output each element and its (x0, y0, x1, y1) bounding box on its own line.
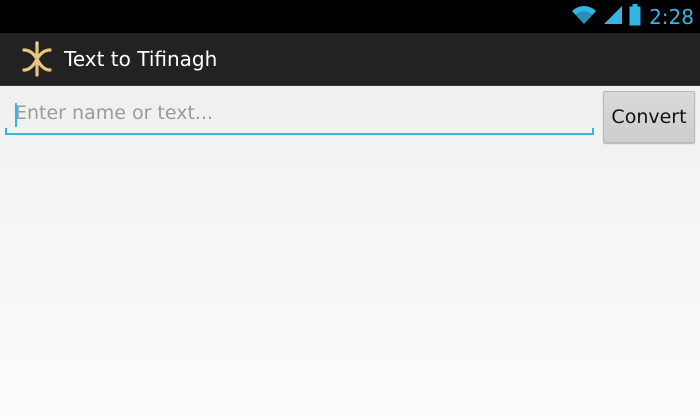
tifinagh-yaz-icon[interactable] (20, 40, 54, 78)
signal-icon (603, 5, 623, 29)
text-cursor (15, 103, 17, 127)
input-underline-left-tick (5, 128, 7, 135)
wifi-icon (571, 5, 597, 29)
status-bar: 2:28 (0, 0, 700, 33)
text-input-container[interactable] (5, 93, 594, 135)
action-bar: Text to Tifinagh (0, 33, 700, 86)
app-screen: 2:28 Text to Tifinagh Convert (0, 0, 700, 420)
app-title: Text to Tifinagh (64, 47, 218, 71)
status-icons: 2:28 (571, 0, 694, 33)
battery-icon (629, 3, 641, 30)
status-time: 2:28 (649, 4, 694, 29)
input-underline (5, 133, 594, 135)
input-underline-right-tick (592, 128, 594, 135)
text-input[interactable] (5, 93, 594, 133)
convert-button[interactable]: Convert (603, 91, 695, 143)
